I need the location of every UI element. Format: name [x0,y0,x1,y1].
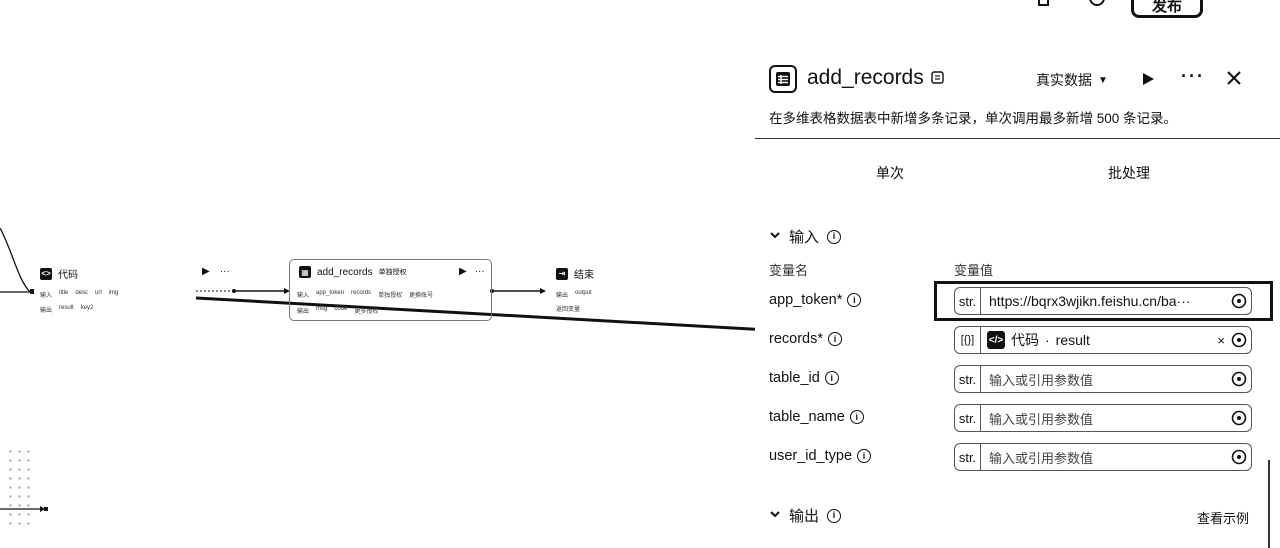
code-node-header[interactable]: <> 代码 [40,266,78,281]
add-records-node-actions: ▶ ··· [459,266,485,277]
code-node-inputs: 输入 title desc url img [40,290,119,299]
reference-icon[interactable] [1231,332,1247,348]
table-id-field[interactable]: str. 输入或引用参数值 [954,365,1252,393]
auth-mode[interactable]: 单独授权 [379,267,407,277]
highlight-box [934,281,1273,321]
param-label-records: records* i [769,331,842,347]
code-node-outputs: 输出 result key2 [40,305,94,314]
more-icon[interactable]: ··· [220,266,230,277]
end-node-mode: 返回变量 [556,307,581,313]
info-icon[interactable]: i [828,332,842,346]
scrollbar[interactable] [1268,460,1270,548]
run-icon[interactable]: ▶ [202,266,210,277]
info-icon[interactable]: i [849,410,864,424]
code-node-title: 代码 [58,270,78,281]
info-icon[interactable]: i [857,449,872,463]
reference-icon[interactable] [1231,371,1247,387]
input-section-title: 输入 [789,229,820,246]
add-records-node-header: ▦ add_records 单独授权 [299,266,407,278]
reference-icon[interactable] [1231,410,1247,426]
end-icon: ⇥ [556,267,568,280]
end-node-outputs: 输出 output [556,290,592,299]
input-section-header[interactable]: 输入 i [769,226,842,247]
panel-description: 在多维表格数据表中新增多条记录，单次调用最多新增 500 条记录。 [769,111,1178,126]
history-icon[interactable] [1089,0,1105,10]
type-tag[interactable]: str. [955,405,981,431]
type-tag[interactable]: str. [955,366,981,392]
add-records-node-inputs: 输入 app_token records 单独授权 更换账号 [297,290,434,299]
table-icon: ▦ [299,266,311,278]
user-id-type-field[interactable]: str. 输入或引用参数值 [954,443,1252,471]
type-tag[interactable]: [{}] [955,327,981,353]
canvas-dot-grid [6,447,36,531]
reference-icon[interactable] [1231,449,1247,465]
column-header-name: 变量名 [769,263,809,278]
data-mode-label: 真实数据 [1036,72,1092,88]
info-icon[interactable]: i [824,371,839,385]
end-node-title: 结束 [574,270,594,281]
output-section-header[interactable]: 输出 i [769,505,842,526]
reference-chip[interactable]: </> 代码 · result [981,330,1217,350]
publish-button[interactable]: 发布 [1131,0,1203,18]
panel-title: add_records [807,66,924,89]
end-node-header[interactable]: ⇥ 结束 [556,266,594,281]
add-records-node-title: add_records [317,266,373,278]
chevron-down-icon [769,507,781,524]
copy-icon[interactable] [1036,0,1052,10]
close-icon[interactable] [1226,70,1242,86]
clear-icon[interactable]: × [1217,333,1225,348]
code-node-actions: ▶ ··· [202,266,230,277]
link-icon [931,71,944,84]
chevron-down-icon [769,228,781,245]
column-header-value: 变量值 [954,263,994,278]
chevron-down-icon: ▼ [1098,74,1108,86]
workflow-canvas[interactable]: <> 代码 ▶ ··· 输入 title desc url img 输出 res… [0,0,755,548]
run-icon[interactable] [1141,72,1155,86]
tab-single[interactable]: 单次 [876,163,904,183]
more-icon[interactable]: ··· [1181,66,1205,87]
param-label-user-id-type: user_id_type i [769,448,872,464]
run-icon[interactable]: ▶ [459,266,467,277]
code-icon: <> [40,267,52,280]
info-icon[interactable]: i [827,229,842,244]
view-example-link[interactable]: 查看示例 [1197,508,1249,527]
table-name-field[interactable]: str. 输入或引用参数值 [954,404,1252,432]
info-icon[interactable]: i [827,508,842,523]
table-id-input[interactable]: 输入或引用参数值 [981,370,1231,389]
type-tag[interactable]: str. [955,444,981,470]
table-icon [769,65,797,93]
info-icon[interactable]: i [847,293,862,307]
user-id-type-input[interactable]: 输入或引用参数值 [981,448,1231,467]
table-name-input[interactable]: 输入或引用参数值 [981,409,1231,428]
param-label-table-id: table_id i [769,370,839,386]
output-section-title: 输出 [789,508,820,525]
tab-batch[interactable]: 批处理 [1108,163,1150,183]
data-mode-select[interactable]: 真实数据 ▼ [1036,70,1108,90]
add-records-node-outputs: 输出 msg code 更多授权 [297,306,379,315]
records-field[interactable]: [{}] </> 代码 · result × [954,326,1252,354]
param-label-app-token: app_token* i [769,292,862,308]
code-icon: </> [987,331,1005,349]
divider [755,138,1280,139]
param-label-table-name: table_name i [769,409,864,425]
more-icon[interactable]: ··· [475,266,485,277]
